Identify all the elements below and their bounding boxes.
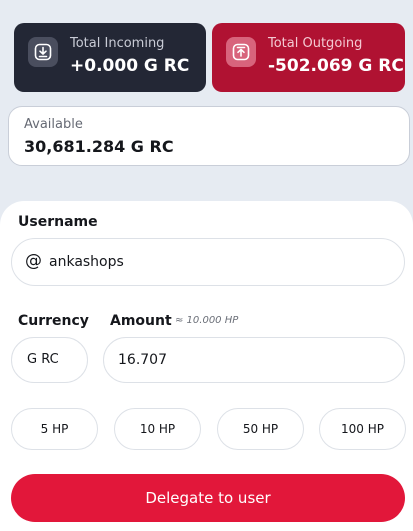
username-value: ankashops: [49, 254, 124, 270]
currency-value: G RC: [27, 352, 59, 367]
total-incoming-label: Total Incoming: [70, 36, 165, 51]
preset-50hp-button[interactable]: 50 HP: [217, 408, 304, 450]
available-label: Available: [24, 117, 83, 132]
delegate-button[interactable]: Delegate to user: [11, 474, 405, 522]
amount-label: Amount: [110, 313, 172, 329]
upload-icon: [226, 37, 256, 67]
total-outgoing-value: -502.069 G RC: [268, 56, 404, 76]
total-incoming-value: +0.000 G RC: [70, 56, 190, 76]
username-label: Username: [18, 214, 98, 230]
amount-value: 16.707: [118, 352, 167, 368]
amount-input[interactable]: 16.707: [103, 337, 405, 383]
total-outgoing-label: Total Outgoing: [268, 36, 363, 51]
preset-100hp-button[interactable]: 100 HP: [319, 408, 406, 450]
available-value: 30,681.284 G RC: [24, 137, 174, 156]
username-input[interactable]: @ ankashops: [11, 238, 405, 286]
available-balance-card: Available 30,681.284 G RC: [8, 106, 410, 166]
total-outgoing-card: Total Outgoing -502.069 G RC: [212, 23, 405, 92]
amount-approx-hint: ≈ 10.000 HP: [175, 315, 239, 326]
preset-10hp-button[interactable]: 10 HP: [114, 408, 201, 450]
download-icon: [28, 37, 58, 67]
preset-5hp-button[interactable]: 5 HP: [11, 408, 98, 450]
total-incoming-card: Total Incoming +0.000 G RC: [14, 23, 206, 92]
currency-label: Currency: [18, 313, 89, 329]
currency-select[interactable]: G RC: [11, 337, 88, 383]
at-icon: @: [25, 251, 42, 271]
